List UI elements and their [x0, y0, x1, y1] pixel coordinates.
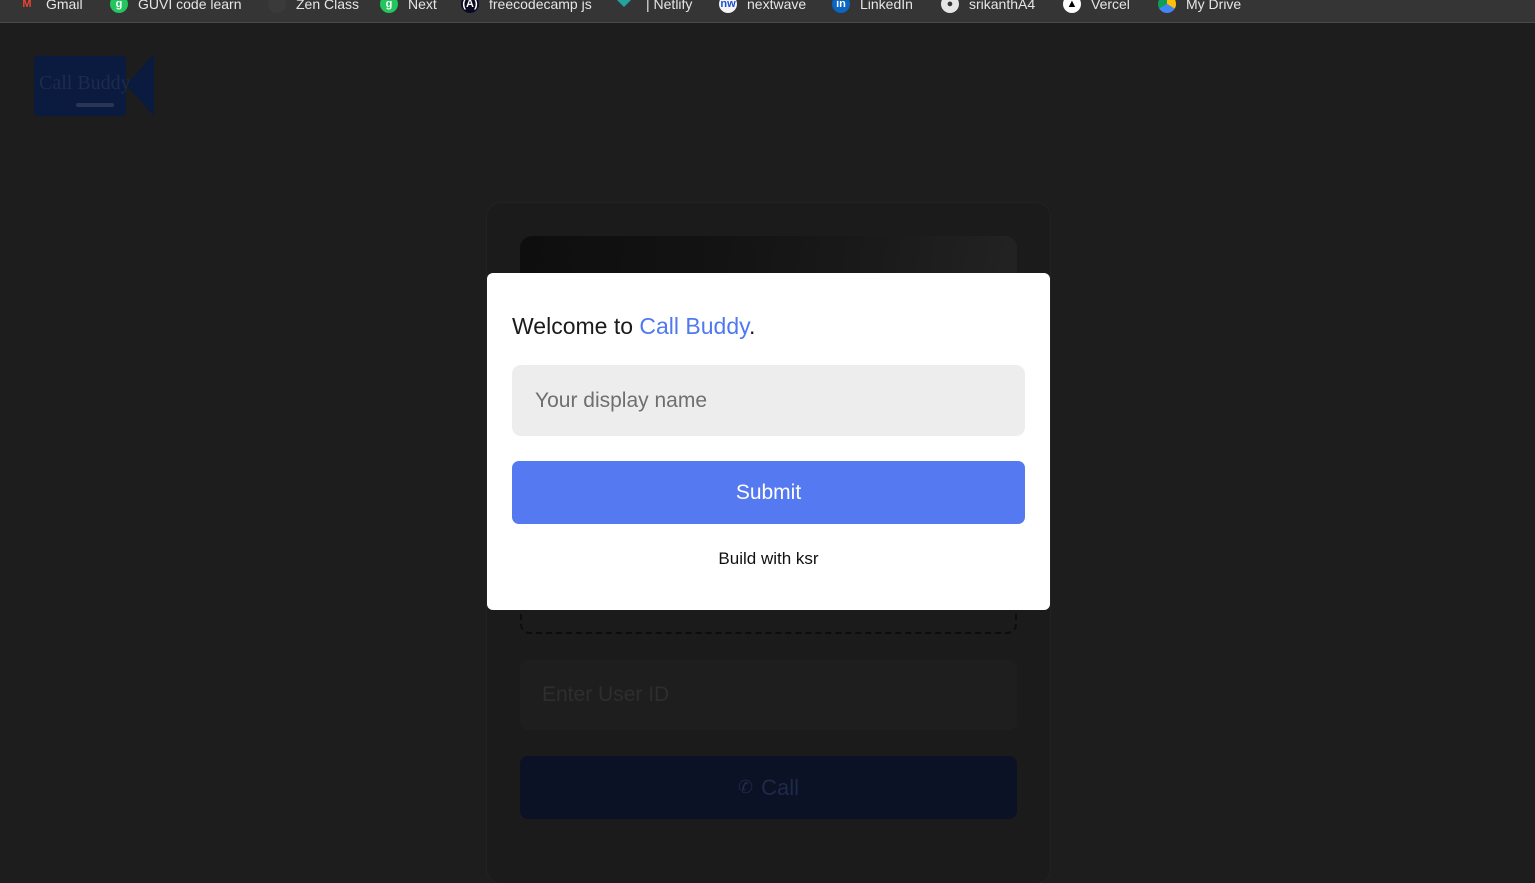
bookmark-linkedin[interactable]: in LinkedIn	[832, 0, 913, 14]
call-buddy-logo[interactable]: Call Buddy	[34, 54, 154, 116]
github-icon: ●	[941, 0, 959, 13]
display-name-input[interactable]	[512, 365, 1025, 436]
bookmark-label: | Netlify	[646, 0, 693, 12]
build-credit: Build with ksr	[718, 549, 819, 568]
vercel-icon: ▲	[1063, 0, 1081, 13]
linkedin-icon: in	[832, 0, 850, 13]
bookmark-next[interactable]: g Next	[380, 0, 437, 14]
bookmark-vercel[interactable]: ▲ Vercel	[1063, 0, 1130, 14]
bookmark-my-drive[interactable]: My Drive	[1158, 0, 1241, 14]
submit-button[interactable]: Submit	[512, 461, 1025, 524]
guvi-icon: g	[110, 0, 128, 13]
welcome-heading: Welcome to Call Buddy.	[512, 313, 755, 340]
bookmark-netlify[interactable]: | Netlify	[612, 0, 692, 14]
welcome-prefix: Welcome to	[512, 313, 640, 339]
user-id-input[interactable]: Enter User ID	[520, 660, 1017, 730]
phone-icon: ✆	[738, 777, 754, 797]
bookmark-freecodecamp[interactable]: (A) freecodecamp js	[461, 0, 592, 14]
call-button-label: Call	[761, 774, 799, 800]
bookmark-label: Vercel	[1091, 0, 1130, 12]
bookmark-label: LinkedIn	[860, 0, 913, 12]
bookmark-label: nextwave	[747, 0, 807, 12]
guvi-icon: g	[380, 0, 398, 13]
bookmark-nextwave[interactable]: nw nextwave	[719, 0, 806, 14]
bookmark-label: freecodecamp js	[489, 0, 592, 12]
bookmark-label: GUVI code learn	[138, 0, 242, 12]
bookmark-label: Zen Class	[296, 0, 360, 12]
bookmark-gmail[interactable]: M Gmail	[18, 0, 83, 14]
bookmark-label: Gmail	[46, 0, 83, 12]
bookmark-guvi[interactable]: g GUVI code learn	[110, 0, 242, 14]
gmail-icon: M	[22, 0, 32, 10]
freecodecamp-icon: (A)	[461, 0, 479, 13]
welcome-suffix: .	[748, 313, 756, 339]
bookmark-label: My Drive	[1186, 0, 1242, 12]
bookmark-label: srikanthA4	[969, 0, 1036, 12]
bookmarks-bar: M Gmail g GUVI code learn Zen Class g Ne…	[0, 0, 1535, 23]
logo-underline	[76, 103, 114, 107]
welcome-modal: Welcome to Call Buddy. Submit Build with…	[487, 273, 1050, 610]
bookmark-github[interactable]: ● srikanthA4	[941, 0, 1035, 14]
bookmark-zen-class[interactable]: Zen Class	[268, 0, 359, 14]
zen-icon	[268, 0, 286, 13]
nextwave-icon: nw	[719, 0, 737, 13]
call-button[interactable]: ✆ Call	[520, 756, 1017, 819]
bookmark-label: Next	[408, 0, 437, 12]
drive-icon	[1158, 0, 1176, 13]
logo-text: Call Buddy	[39, 72, 131, 94]
brand-name: Call Buddy	[639, 313, 749, 339]
netlify-icon	[612, 0, 636, 13]
